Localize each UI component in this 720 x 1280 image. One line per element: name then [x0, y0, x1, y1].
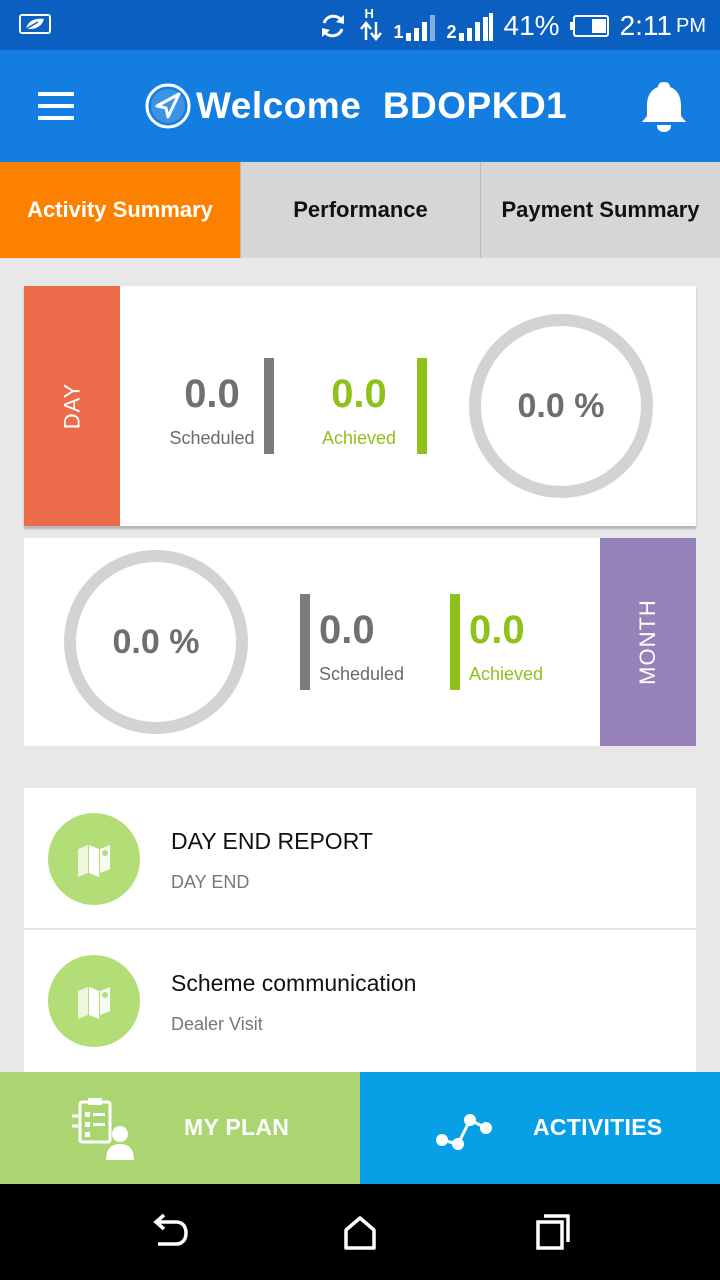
back-icon[interactable] [146, 1212, 190, 1252]
app-bar: Welcome BDOPKD1 [0, 50, 720, 162]
day-label: DAY [58, 382, 84, 430]
sim1-label: 1 [393, 22, 404, 42]
month-scheduled-bar [300, 594, 310, 690]
list-item[interactable]: DAY END REPORT DAY END [24, 788, 696, 930]
battery-percent: 41% [503, 10, 560, 41]
network-type: H [364, 6, 374, 21]
bell-icon[interactable] [636, 78, 692, 134]
activity-graph-icon [436, 1114, 492, 1150]
month-scheduled-label: Scheduled [319, 664, 405, 684]
signal-sim2-icon: 2 [447, 11, 494, 41]
leaf-notification-icon [19, 14, 51, 34]
navigation-logo-icon [145, 83, 191, 129]
status-bar: H 1 2 41% 2:11 PM [0, 0, 720, 50]
day-scheduled-label: Scheduled [169, 428, 255, 448]
map-fold-icon [48, 955, 140, 1047]
activities-button[interactable]: ACTIVITIES [360, 1072, 720, 1184]
day-achieved-bar [417, 358, 427, 454]
day-scheduled-stat: 0.0 Scheduled [168, 374, 256, 449]
day-achieved-value: 0.0 [331, 372, 387, 416]
month-scheduled-value: 0.0 [319, 608, 375, 652]
map-fold-icon [48, 813, 140, 905]
month-achieved-stat: 0.0 Achieved [469, 610, 543, 685]
tab-payment-summary[interactable]: Payment Summary [480, 162, 720, 258]
month-progress-ring: 0.0 % [64, 550, 248, 734]
recents-icon[interactable] [530, 1212, 574, 1252]
month-achieved-value: 0.0 [469, 608, 525, 652]
month-label-panel: MONTH [600, 538, 696, 746]
tab-performance[interactable]: Performance [240, 162, 480, 258]
sync-icon [321, 14, 344, 38]
data-arrows-icon: H [358, 6, 384, 42]
battery-icon [569, 15, 609, 37]
list-item-subtitle: Dealer Visit [171, 1014, 263, 1034]
plan-clipboard-icon [72, 1098, 134, 1160]
sim2-label: 2 [446, 22, 457, 42]
clock-ampm: PM [676, 14, 706, 37]
clock-time: 2:11 [619, 10, 672, 41]
tab-activity-summary[interactable]: Activity Summary [0, 162, 240, 258]
list-item-title: Scheme communication [171, 970, 417, 996]
my-plan-button[interactable]: MY PLAN [0, 1072, 360, 1184]
app-brand: Welcome BDOPKD1 [144, 80, 567, 132]
month-scheduled-stat: 0.0 Scheduled [319, 610, 404, 685]
day-scheduled-bar [264, 358, 274, 454]
list-item[interactable]: Scheme communication Dealer Visit [24, 930, 696, 1072]
month-percent: 0.0 % [112, 622, 200, 661]
system-nav-bar [0, 1184, 720, 1280]
activity-list: DAY END REPORT DAY END Scheme communicat… [24, 788, 696, 1072]
list-item-title: DAY END REPORT [171, 828, 373, 854]
month-achieved-label: Achieved [469, 664, 544, 684]
menu-icon-line [38, 92, 74, 96]
welcome-title: Welcome BDOPKD1 [196, 85, 568, 126]
menu-button[interactable] [30, 84, 82, 128]
month-summary-card: 0.0 % 0.0 Scheduled 0.0 Achieved MONTH [24, 538, 696, 746]
action-bar: MY PLAN ACTIVITIES [0, 1072, 720, 1184]
month-label: MONTH [635, 599, 660, 685]
menu-icon-line [38, 116, 74, 120]
signal-sim1-icon: 1 [394, 11, 437, 41]
menu-icon-line [38, 104, 74, 108]
day-summary-card: DAY 0.0 Scheduled 0.0 Achieved 0.0 % [24, 286, 696, 526]
list-item-subtitle: DAY END [171, 872, 250, 892]
my-plan-label: MY PLAN [184, 1114, 290, 1140]
day-achieved-stat: 0.0 Achieved [314, 374, 404, 449]
day-achieved-label: Achieved [321, 428, 397, 448]
day-label-panel: DAY [24, 286, 120, 526]
activities-label: ACTIVITIES [533, 1114, 663, 1140]
day-percent: 0.0 % [517, 386, 605, 425]
summary-tabs: Activity Summary Performance Payment Sum… [0, 162, 720, 258]
month-achieved-bar [450, 594, 460, 690]
day-progress-ring: 0.0 % [469, 314, 653, 498]
home-icon[interactable] [338, 1212, 382, 1252]
day-scheduled-value: 0.0 [184, 372, 240, 416]
